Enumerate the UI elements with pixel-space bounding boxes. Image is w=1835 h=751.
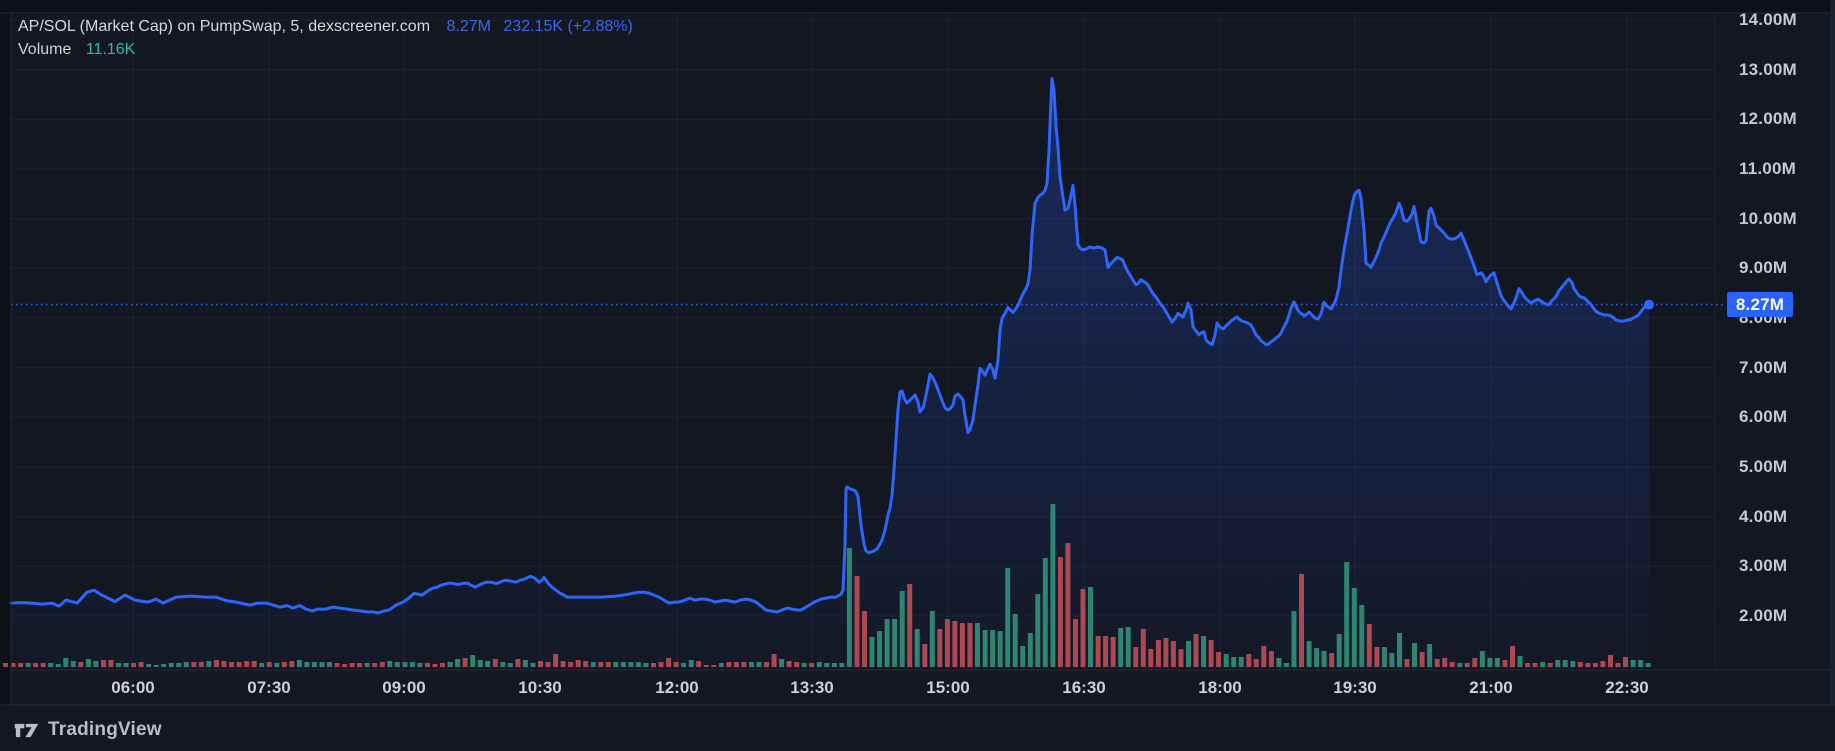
time-tick-label: 07:30 bbox=[247, 678, 291, 697]
time-tick-label: 09:00 bbox=[382, 678, 426, 697]
time-tick-label: 19:30 bbox=[1333, 678, 1377, 697]
time-tick-label: 15:00 bbox=[926, 678, 970, 697]
time-tick-label: 16:30 bbox=[1062, 678, 1106, 697]
legend-volume-row: Volume 11.16K bbox=[18, 39, 633, 61]
volume-value: 11.16K bbox=[85, 41, 136, 58]
time-tick-label: 21:00 bbox=[1469, 678, 1513, 697]
price-change-value: 232.15K (+2.88%) bbox=[503, 18, 633, 35]
price-tick-label: 3.00M bbox=[1739, 556, 1788, 576]
price-tick-label: 14.00M bbox=[1739, 10, 1797, 29]
legend-symbol-row: AP/SOL (Market Cap) on PumpSwap, 5, dexs… bbox=[18, 16, 633, 38]
volume-label[interactable]: Volume bbox=[18, 41, 71, 58]
time-tick-label: 18:00 bbox=[1198, 678, 1242, 697]
price-axis[interactable]: 14.00M 13.00M 12.00M 11.00M 10.00M 9.00M 8.00M… bbox=[1715, 10, 1835, 670]
price-tick-label: 11.00M bbox=[1739, 159, 1796, 178]
price-chart-canvas[interactable] bbox=[0, 0, 1835, 751]
time-tick-label: 22:30 bbox=[1605, 678, 1649, 697]
time-axis[interactable]: 06:00 07:30 09:00 10:30 12:00 13:30 15:00 16:30… bbox=[0, 670, 1835, 705]
time-tick-label: 06:00 bbox=[111, 678, 155, 697]
chart-widget: AP/SOL (Market Cap) on PumpSwap, 5, dexs… bbox=[0, 0, 1835, 751]
price-tick-label: 10.00M bbox=[1739, 208, 1797, 228]
price-tick-label: 6.00M bbox=[1739, 407, 1788, 427]
tradingview-link[interactable]: TradingView bbox=[14, 716, 162, 744]
price-tick-label: 12.00M bbox=[1739, 109, 1797, 129]
symbol-title[interactable]: AP/SOL (Market Cap) on PumpSwap, 5, dexs… bbox=[18, 18, 430, 35]
time-tick-label: 10:30 bbox=[518, 678, 562, 697]
chart-legend: AP/SOL (Market Cap) on PumpSwap, 5, dexs… bbox=[18, 16, 633, 61]
last-price-value: 8.27M bbox=[446, 18, 491, 35]
tradingview-brand-text: TradingView bbox=[48, 719, 162, 740]
price-tick-label: 13.00M bbox=[1739, 59, 1797, 79]
last-price-badge: 8.27M bbox=[1727, 292, 1793, 318]
price-tick-label: 9.00M bbox=[1739, 258, 1788, 278]
price-tick-label: 4.00M bbox=[1739, 506, 1788, 526]
price-tick-label: 5.00M bbox=[1739, 457, 1788, 476]
time-tick-label: 12:00 bbox=[655, 678, 699, 697]
price-tick-label: 7.00M bbox=[1739, 357, 1788, 377]
price-tick-label: 2.00M bbox=[1739, 606, 1788, 625]
tradingview-logo-icon bbox=[14, 720, 39, 741]
time-tick-label: 13:30 bbox=[790, 678, 834, 697]
